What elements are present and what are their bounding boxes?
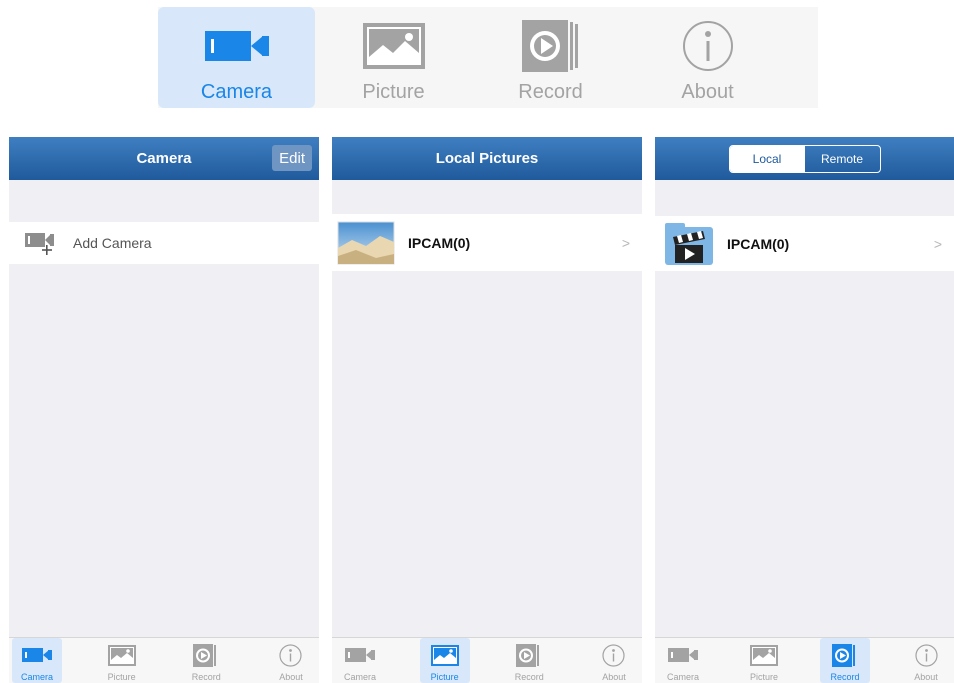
video-camera-icon [345,644,375,666]
video-camera-icon [22,644,52,666]
record-screen: Local Remote IPCAM(0) > Camera Picture R… [655,137,954,683]
tab-record-label: Record [830,672,860,682]
video-camera-icon [668,644,698,666]
add-camera-label: Add Camera [73,235,152,251]
tab-camera-label: Camera [666,672,699,682]
tab-record-label: Record [191,672,221,682]
page-title: Local Pictures [435,150,539,167]
info-icon [279,643,303,667]
video-camera-icon [204,21,269,71]
picture-icon [750,644,778,666]
big-tab-camera[interactable]: Camera [158,7,315,108]
segment-remote[interactable]: Remote [805,146,880,172]
info-icon [602,643,626,667]
big-tab-camera-label: Camera [200,81,273,103]
tab-camera-label: Camera [20,672,53,682]
page-title: Camera [136,150,192,167]
tab-about-label: About [914,672,938,682]
tab-camera-label: Camera [343,672,376,682]
info-icon [914,643,938,667]
info-icon [682,21,734,71]
big-tab-bar: Camera Picture Record About [158,7,818,108]
video-folder-icon [663,221,715,267]
big-tab-about[interactable]: About [629,7,786,108]
tab-picture-label: Picture [107,672,136,682]
tab-record[interactable]: Record [504,638,554,683]
pictures-screen: Local Pictures IPCAM(0) > Camera Picture… [332,137,642,683]
nav-bar: Camera Edit [9,137,319,180]
picture-icon [430,644,459,666]
big-tab-picture[interactable]: Picture [315,7,472,108]
edit-button[interactable]: Edit [272,145,312,171]
big-tab-record[interactable]: Record [472,7,629,108]
tab-bar: Camera Picture Record About [332,637,642,683]
tab-record[interactable]: Record [820,638,870,683]
big-tab-about-label: About [681,81,734,103]
tab-camera[interactable]: Camera [658,638,708,683]
tab-picture[interactable]: Picture [419,638,470,683]
tab-picture[interactable]: Picture [97,638,147,683]
record-play-icon [516,643,542,667]
tab-about-label: About [602,672,626,682]
record-play-icon [832,643,858,667]
ipcam-picture-row[interactable]: IPCAM(0) > [332,214,642,271]
record-play-icon [521,20,580,72]
camera-screen: Camera Edit Add Camera Camera Picture Re… [9,137,319,683]
tab-about[interactable]: About [266,638,316,683]
ipcam-label: IPCAM(0) [408,234,471,251]
tab-about[interactable]: About [901,638,951,683]
tab-camera[interactable]: Camera [335,638,385,683]
chevron-right-icon: > [621,234,630,251]
ipcam-record-row[interactable]: IPCAM(0) > [655,216,954,271]
tab-picture[interactable]: Picture [739,638,789,683]
chevron-right-icon: > [933,235,942,252]
nav-bar: Local Pictures [332,137,642,180]
add-camera-icon [25,231,59,255]
picture-icon [362,21,425,71]
picture-icon [107,644,136,666]
tab-picture-label: Picture [749,672,778,682]
tab-camera[interactable]: Camera [12,638,62,683]
tab-picture-label: Picture [430,672,459,682]
segment-local[interactable]: Local [729,145,805,172]
tab-about-label: About [279,672,303,682]
record-play-icon [193,643,219,667]
big-tab-record-label: Record [518,81,583,103]
nav-bar: Local Remote [655,137,954,180]
tab-about[interactable]: About [589,638,639,683]
big-tab-picture-label: Picture [362,81,425,103]
add-camera-row[interactable]: Add Camera [9,222,319,264]
tab-bar: Camera Picture Record About [655,637,954,683]
ipcam-label: IPCAM(0) [727,235,790,252]
tab-record[interactable]: Record [181,638,231,683]
local-remote-segmented-control: Local Remote [728,144,881,173]
tab-bar: Camera Picture Record About [9,637,319,683]
photo-thumbnail [336,218,396,268]
tab-record-label: Record [514,672,544,682]
